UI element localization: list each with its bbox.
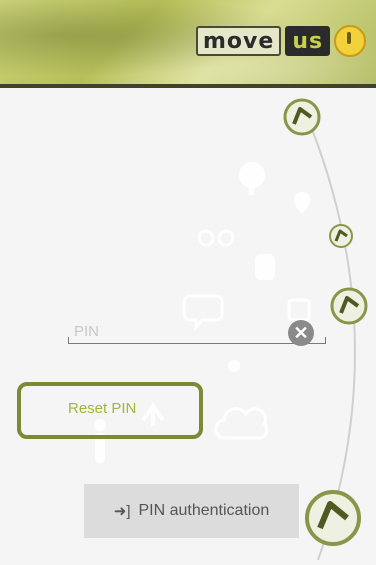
app-screen: move us PIN ✕ Reset PIN ➜] PIN authentic… <box>0 0 376 565</box>
decorative-transport-icons <box>94 162 311 463</box>
speech-bubble-icon <box>182 294 224 332</box>
close-icon: ✕ <box>293 323 309 343</box>
clear-pin-button[interactable]: ✕ <box>288 320 314 346</box>
pin-input-tick-left <box>68 337 69 344</box>
pin-authentication-label: PIN authentication <box>138 502 270 519</box>
sign-icon <box>287 298 311 322</box>
cloud-icon <box>214 407 269 440</box>
map-pin-icon <box>294 192 310 214</box>
pin-input-underline <box>68 343 326 344</box>
pin-input-tick-right <box>325 337 326 344</box>
sun-icon <box>228 360 240 372</box>
tree-trunk-icon <box>249 185 254 195</box>
pin-authentication-button[interactable]: ➜] PIN authentication <box>84 484 299 538</box>
pin-input[interactable]: PIN <box>74 323 99 340</box>
tree-icon <box>239 162 265 188</box>
reset-pin-link[interactable]: Reset PIN <box>68 400 136 417</box>
login-arrow-icon: ➜] <box>113 503 131 520</box>
bicycle-icon <box>197 229 215 247</box>
scooter-icon <box>255 254 275 280</box>
